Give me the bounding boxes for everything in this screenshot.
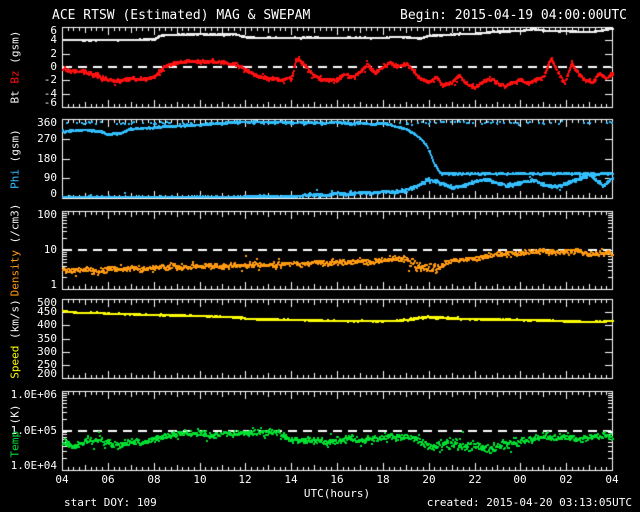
plot-canvas [0, 0, 640, 512]
footer-start-doy: start DOY: 109 [64, 496, 157, 509]
begin-timestamp: Begin: 2015-04-19 04:00:00UTC [400, 8, 627, 23]
footer-created-timestamp: created: 2015-04-20 03:13:05UTC [426, 496, 632, 509]
ace-rtsw-plot-screen: ACE RTSW (Estimated) MAG & SWEPAM Begin:… [0, 0, 640, 512]
plot-title: ACE RTSW (Estimated) MAG & SWEPAM [52, 8, 311, 23]
x-axis-label: UTC(hours) [303, 487, 371, 500]
